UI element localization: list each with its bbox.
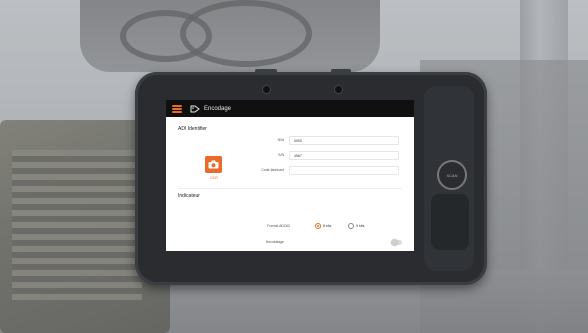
radio-8-bits-label: 8 bits	[323, 224, 332, 228]
app-title: Encodage	[204, 105, 232, 112]
scan-hardware-button[interactable]: SCAN	[437, 160, 467, 190]
timestamp-label: Horodatage	[265, 240, 284, 244]
field-label-manufacturer-code: Code fabricant	[261, 168, 284, 172]
rugged-tablet: SCAN Encodage ADI Identifier OCR N/Id 00…	[135, 69, 487, 285]
section-divider	[178, 188, 402, 189]
tablet-screen: Encodage ADI Identifier OCR N/Id 0000 S/…	[166, 100, 414, 251]
ocr-label: OCR	[210, 176, 218, 180]
radio-8-bits[interactable]: 8 bits	[315, 223, 331, 229]
radio-9-bits-label: 9 bits	[356, 224, 365, 228]
format-addid-label: Format ADDID	[267, 224, 290, 228]
hamburger-menu-icon[interactable]	[172, 104, 182, 113]
sensor-icon	[335, 86, 342, 93]
manufacturer-code-input[interactable]	[289, 166, 399, 175]
timestamp-toggle[interactable]	[391, 239, 402, 246]
radio-selected-icon	[315, 223, 321, 229]
nid-input[interactable]: 0000	[289, 136, 399, 145]
sn-input[interactable]: 4567	[289, 151, 399, 160]
section-title-identifier: ADI Identifier	[178, 126, 207, 132]
tag-icon	[190, 105, 200, 112]
camera-icon	[208, 160, 219, 169]
field-label-nid: N/Id	[277, 138, 284, 142]
radio-9-bits[interactable]: 9 bits	[348, 223, 364, 229]
app-bar: Encodage	[166, 100, 414, 117]
radio-unselected-icon	[348, 223, 354, 229]
ocr-camera-button[interactable]	[205, 156, 222, 173]
field-label-sn: S/N	[278, 153, 284, 157]
section-title-indicator: Indicateur	[178, 193, 200, 199]
front-camera-icon	[263, 86, 270, 93]
tablet-side-pad	[431, 194, 469, 250]
